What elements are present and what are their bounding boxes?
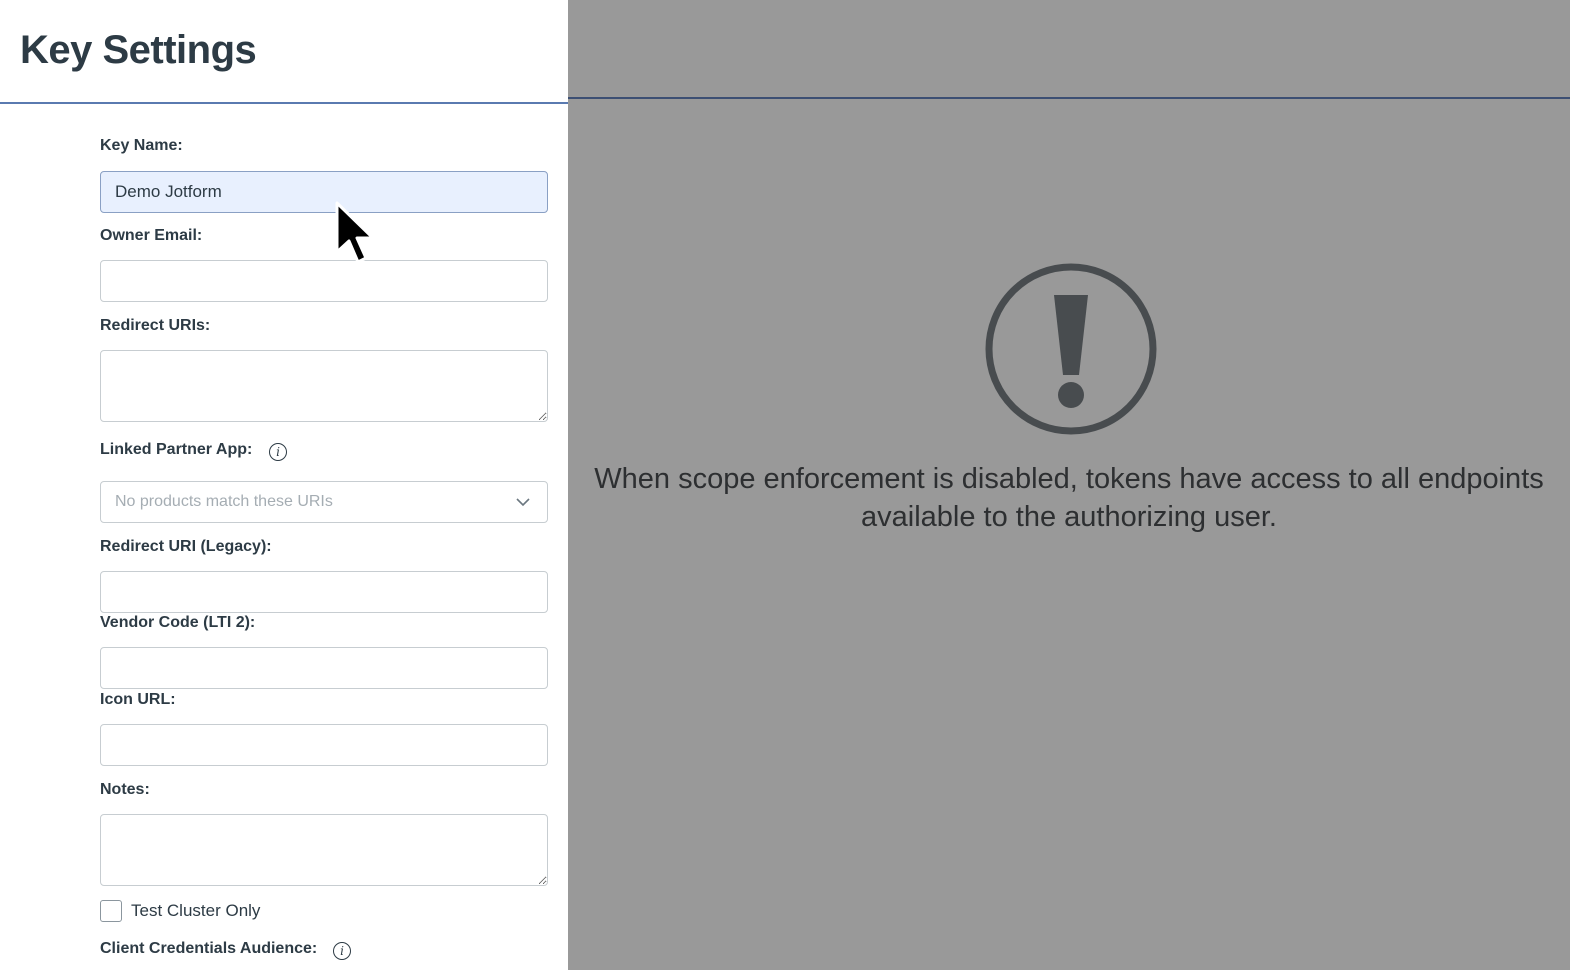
panel-header: Key Settings	[0, 0, 568, 104]
vendor-code-input[interactable]	[100, 647, 548, 689]
notes-textarea[interactable]	[100, 814, 548, 886]
owner-email-label: Owner Email:	[100, 227, 203, 244]
scope-warning-overlay: When scope enforcement is disabled, toke…	[568, 0, 1570, 970]
owner-email-input[interactable]	[100, 260, 548, 302]
notes-label: Notes:	[100, 781, 150, 798]
linked-partner-app-placeholder: No products match these URIs	[115, 493, 333, 510]
test-cluster-only-checkbox[interactable]	[100, 900, 122, 922]
icon-url-label: Icon URL:	[100, 691, 176, 708]
key-name-input[interactable]	[100, 171, 548, 213]
redirect-uris-textarea[interactable]	[100, 350, 548, 422]
redirect-uris-label: Redirect URIs:	[100, 317, 211, 334]
divider	[568, 97, 1570, 99]
chevron-down-icon	[516, 498, 530, 507]
client-credentials-audience-label: Client Credentials Audience:	[100, 940, 318, 957]
redirect-uri-legacy-input[interactable]	[100, 571, 548, 613]
info-icon[interactable]: i	[269, 443, 287, 461]
info-icon[interactable]: i	[333, 942, 351, 960]
page-title: Key Settings	[20, 28, 257, 72]
linked-partner-app-select[interactable]: No products match these URIs	[100, 481, 548, 523]
vendor-code-label: Vendor Code (LTI 2):	[100, 614, 256, 631]
scope-enforcement-message: When scope enforcement is disabled, toke…	[594, 463, 1544, 533]
key-name-label: Key Name:	[100, 137, 183, 154]
linked-partner-app-label: Linked Partner App:	[100, 441, 253, 458]
redirect-uri-legacy-label: Redirect URI (Legacy):	[100, 538, 272, 555]
test-cluster-only-label[interactable]: Test Cluster Only	[131, 901, 260, 921]
icon-url-input[interactable]	[100, 724, 548, 766]
exclamation-circle-icon	[985, 263, 1157, 435]
key-settings-panel: Key Settings Key Name: Owner Email: Redi…	[0, 0, 568, 970]
